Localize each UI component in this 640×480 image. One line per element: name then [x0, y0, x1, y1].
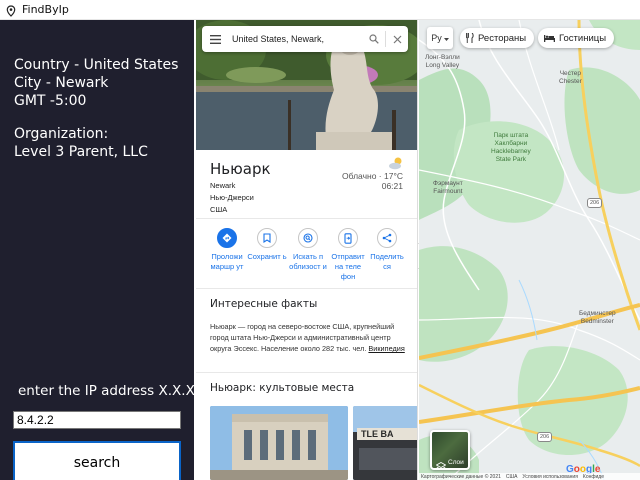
maps-search-box[interactable]: United States, Newark,: [202, 26, 408, 52]
hotels-chip[interactable]: Гостиницы: [538, 28, 615, 48]
restaurants-chip[interactable]: Рестораны: [460, 28, 535, 48]
action-label: Проложи маршр ут: [210, 252, 244, 271]
title-bar: FindByIp: [0, 0, 640, 20]
send-to-phone-icon: [338, 228, 358, 248]
share-button[interactable]: Поделить ся: [366, 228, 408, 272]
address-line: Newark: [210, 181, 236, 190]
map-label-chester: Честер Chester: [559, 70, 582, 86]
map-label-long-valley: Лонг-Вэлли Long Valley: [425, 54, 460, 70]
map-label-bedminster: Бедминстер Bedminster: [579, 310, 616, 326]
directions-icon: [217, 228, 237, 248]
search-button[interactable]: search: [13, 441, 181, 480]
close-icon[interactable]: [386, 26, 408, 52]
save-button[interactable]: Сохранит ь: [246, 228, 288, 262]
location-pin-icon: [5, 4, 17, 17]
language-label: Ру: [431, 33, 442, 43]
ip-address-input[interactable]: [13, 411, 181, 429]
privacy-link[interactable]: Конфиде: [583, 474, 604, 480]
divider: [196, 218, 417, 219]
route-shield: 206: [587, 198, 603, 208]
layers-button[interactable]: Слои: [430, 430, 470, 471]
directions-button[interactable]: Проложи маршр ут: [206, 228, 248, 272]
map-canvas[interactable]: Лонг-Вэлли Long Valley Честер Chester Па…: [419, 20, 640, 480]
caret-down-icon: [443, 33, 449, 43]
facts-text: Ньюарк — город на северо-востоке США, кр…: [210, 321, 406, 354]
hamburger-menu-icon[interactable]: [202, 26, 228, 52]
weather-text: Облачно · 17°C: [342, 171, 403, 181]
chip-label: Рестораны: [478, 32, 527, 44]
maps-search-query[interactable]: United States, Newark,: [228, 34, 363, 44]
search-icon[interactable]: [363, 26, 385, 52]
map-label-text: Лонг-Вэлли Long Valley: [425, 54, 460, 69]
map-label-fairmount: Фэрмаунт Fairmount: [433, 180, 463, 196]
window-title: FindByIp: [22, 3, 69, 16]
wikipedia-link[interactable]: Википедия: [368, 344, 404, 353]
action-label: Отправит на теле фон: [331, 252, 365, 281]
city-text: City - Newark: [14, 75, 109, 91]
store-front-illustration: TLE BA: [353, 406, 417, 480]
local-time: 06:21: [381, 181, 403, 191]
action-label: Искать п облизост и: [289, 252, 327, 271]
svg-text:TLE BA: TLE BA: [361, 429, 394, 439]
gmt-text: GMT -5:00: [14, 93, 87, 109]
facts-body: Ньюарк — город на северо-востоке США, кр…: [210, 322, 395, 353]
chip-label: Гостиницы: [559, 32, 607, 44]
nearby-button[interactable]: Искать п облизост и: [287, 228, 329, 272]
bookmark-icon: [257, 228, 277, 248]
map-illustration: [419, 20, 640, 480]
landmark-photo[interactable]: [210, 406, 348, 480]
ip-lookup-panel: Country - United States City - Newark GM…: [0, 20, 208, 480]
facts-heading: Интересные факты: [210, 298, 318, 310]
organization-text: Level 3 Parent, LLC: [14, 144, 148, 160]
share-icon: [377, 228, 397, 248]
cloudy-weather-icon: [388, 156, 404, 170]
places-heading: Ньюарк: культовые места: [210, 382, 355, 394]
map-label-text: Бедминстер Bedminster: [579, 310, 616, 325]
route-shield: 206: [537, 432, 553, 442]
send-to-phone-button[interactable]: Отправит на теле фон: [327, 228, 369, 282]
language-button[interactable]: Ру: [427, 27, 453, 49]
terms-link[interactable]: Условия использования: [522, 474, 578, 480]
restaurant-icon: [466, 33, 474, 43]
place-name: Ньюарк: [210, 160, 271, 178]
app-window: FindByIp Country - United States City - …: [0, 0, 640, 480]
museum-building-illustration: [210, 406, 348, 480]
divider: [196, 372, 417, 373]
address-line: США: [210, 205, 228, 214]
divider: [196, 288, 417, 289]
place-hero-photo[interactable]: United States, Newark,: [196, 20, 417, 150]
address-line: Нью-Джерси: [210, 193, 254, 202]
attribution-text: Картографические данные © 2021: [421, 473, 501, 480]
place-panel: United States, Newark, Ньюарк Newark Нью…: [196, 20, 418, 480]
landmark-photo[interactable]: TLE BA: [353, 406, 417, 480]
map-label-text: Фэрмаунт Fairmount: [433, 180, 463, 195]
map-label-text: Парк штата Хаклбарни Hacklebarney State …: [491, 132, 531, 163]
attribution-text: США: [505, 473, 518, 480]
nearby-icon: [298, 228, 318, 248]
organization-label: Organization:: [14, 126, 109, 142]
map-attribution: Картографические данные © 2021 США Услов…: [419, 473, 640, 480]
map-label-text: Честер Chester: [559, 70, 582, 85]
map-label-hacklebarney: Парк штата Хаклбарни Hacklebarney State …: [491, 132, 531, 164]
ip-prompt-label: enter the IP address X.X.X.X: [18, 383, 209, 399]
layers-label: Слои: [448, 459, 464, 466]
country-text: Country - United States: [14, 57, 179, 73]
action-label: Сохранит ь: [247, 252, 287, 261]
hotel-icon: [544, 34, 555, 42]
action-label: Поделить ся: [370, 252, 404, 271]
